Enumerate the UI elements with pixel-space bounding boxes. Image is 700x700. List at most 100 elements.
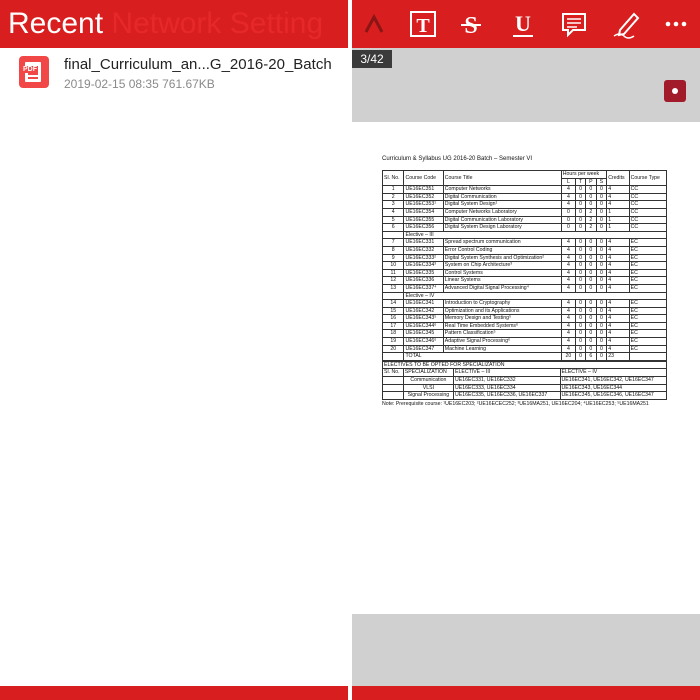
course-row: 6 UE16EC356 Digital System Design Laborato… (381, 223, 668, 232)
underline-icon[interactable]: U (507, 8, 539, 40)
course-p: 0 (585, 314, 597, 323)
strikethrough-icon[interactable]: S (455, 8, 487, 40)
course-no: 10 (381, 261, 405, 270)
course-t: 0 (575, 192, 587, 202)
course-l: 4 (560, 253, 577, 263)
course-l: 4 (560, 321, 577, 331)
floating-menu-button[interactable] (664, 80, 686, 102)
course-row: 3 UE16EC353¹ Digital System Design¹ 4 0 0 0 4 CC (381, 200, 668, 209)
course-row: 20 UE16EC347 Machine Learning 4 0 0 0 4 EC (381, 344, 668, 354)
course-s: 0 (595, 268, 608, 278)
course-title: Digital System Design¹ (442, 200, 562, 209)
course-t: 0 (575, 337, 587, 346)
spec-header-no: Sl. No. (382, 368, 404, 378)
course-type: EC (628, 245, 668, 255)
course-s: 0 (595, 321, 608, 331)
more-icon[interactable] (660, 8, 692, 40)
course-code: UE16EC352 (403, 192, 444, 202)
course-cr: 1 (606, 215, 630, 225)
course-t: 0 (575, 268, 587, 278)
course-type: EC (628, 329, 668, 339)
total-row: TOTAL 20 0 6 0 23 (381, 352, 668, 361)
elective-group-label: Elective – III (403, 230, 667, 240)
course-type: CC (628, 223, 668, 232)
course-l: 0 (560, 215, 577, 225)
course-s: 0 (595, 337, 608, 346)
course-row: 9 UE16EC333² Digital System Synthesis and … (381, 253, 668, 263)
course-no: 4 (381, 207, 405, 217)
course-cr: 4 (606, 238, 630, 247)
course-cr: 4 (606, 321, 630, 331)
course-no: 18 (381, 329, 405, 339)
course-code: UE16EC344⁶ (403, 321, 444, 331)
course-code: UE16EC351 (403, 185, 444, 194)
doc-title: Curriculum & Syllabus UG 2016-20 Batch –… (382, 156, 533, 162)
course-cr: 4 (606, 200, 630, 209)
course-code: UE16EC354 (403, 207, 444, 217)
course-type: EC (628, 238, 668, 247)
spec-spec: Communication (402, 376, 455, 385)
course-title: Introduction to Cryptography (442, 299, 562, 308)
course-code: UE16EC345 (403, 329, 444, 339)
recent-title[interactable]: Recent Network Setting (8, 7, 323, 41)
course-row: 16 UE16EC343⁵ Memory Design and Testing⁵ 4 0… (381, 314, 668, 323)
course-no: 9 (381, 253, 405, 263)
course-row: 15 UE16EC342 Optimization and its Applicat… (381, 306, 668, 316)
course-t: 0 (575, 306, 587, 316)
highlight-caret-icon[interactable] (358, 8, 390, 40)
course-l: 4 (560, 283, 577, 293)
course-s: 0 (595, 192, 608, 202)
course-no: 2 (381, 192, 405, 202)
header-slno: Sl. No. (381, 169, 405, 187)
course-t: 0 (575, 261, 587, 270)
course-s: 0 (595, 245, 608, 255)
header-l: L (560, 177, 577, 187)
spec-e4: UE16EC343, UE16EC344 (559, 383, 667, 393)
left-bottom-bar (0, 686, 348, 700)
course-row: 1 UE16EC351 Computer Networks 4 0 0 0 4 CC (381, 185, 668, 194)
recent-file-item[interactable]: PDF final_Curriculum_an...G_2016-20_Batc… (0, 50, 348, 96)
course-type: EC (628, 276, 668, 285)
course-p: 0 (585, 337, 597, 346)
course-row: 5 UE16EC355 Digital Communication Laborato… (381, 215, 668, 225)
course-t: 0 (575, 321, 587, 331)
page-indicator: 3/42 (352, 50, 392, 68)
course-type: EC (628, 306, 668, 316)
course-no: 20 (381, 344, 405, 354)
pdf-page-content: Curriculum & Syllabus UG 2016-20 Batch –… (381, 156, 682, 407)
course-cr: 4 (606, 314, 630, 323)
course-t: 0 (575, 283, 587, 293)
course-code: UE16EC336 (403, 276, 444, 285)
course-title: Digital System Synthesis and Optimizatio… (442, 253, 562, 263)
course-s: 0 (595, 306, 608, 316)
comment-icon[interactable] (558, 8, 590, 40)
pdf-file-icon: PDF (19, 56, 49, 88)
total-l: 20 (560, 352, 577, 361)
course-row: 12 UE16EC336 Linear Systems 4 0 0 0 4 EC (381, 276, 668, 285)
course-t: 0 (575, 200, 587, 209)
text-box-icon[interactable]: T (407, 8, 439, 40)
course-cr: 4 (606, 276, 630, 285)
course-code: UE16EC353¹ (403, 200, 444, 209)
svg-text:T: T (416, 15, 430, 37)
spec-e4: UE16EC345, UE16EC346, UE16EC347 (559, 391, 667, 400)
course-title: System on Chip Architecture³ (442, 261, 562, 270)
course-p: 0 (585, 245, 597, 255)
course-code: UE16EC343⁵ (403, 314, 444, 323)
course-code: UE16EC334³ (403, 261, 444, 270)
course-row: 18 UE16EC345 Pattern Classification⁵ 4 0 0 0 4 E… (381, 329, 668, 339)
file-size: 761.67KB (162, 77, 215, 91)
spec-spec: VLSI (402, 383, 455, 393)
dot-icon (672, 88, 678, 94)
course-title: Linear Systems (442, 276, 562, 285)
spec-e3: UE16EC335, UE16EC336, UE16EC337 (453, 391, 561, 400)
course-cr: 1 (606, 223, 630, 232)
course-t: 0 (575, 276, 587, 285)
course-no: 8 (381, 245, 405, 255)
recent-header: Recent Network Setting (0, 0, 348, 48)
course-t: 0 (575, 253, 587, 263)
pen-icon[interactable] (610, 8, 642, 40)
course-no: 5 (381, 215, 405, 225)
header-credits: Credits (606, 169, 630, 187)
course-row: 7 UE16EC331 Spread spectrum communication 4… (381, 238, 668, 247)
